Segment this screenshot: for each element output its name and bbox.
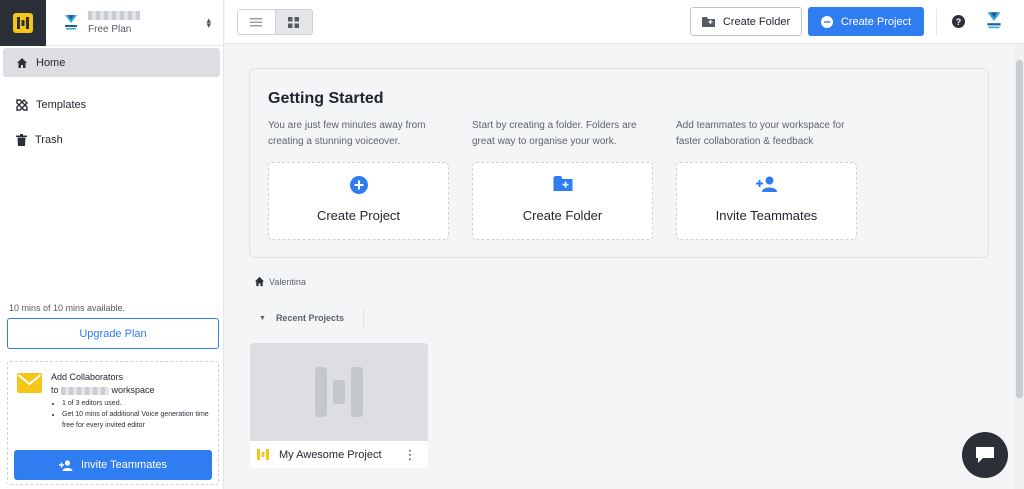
home-icon: [254, 276, 265, 287]
grid-view-icon: [288, 16, 300, 28]
create-folder-card[interactable]: Create Folder: [472, 162, 653, 240]
list-view-icon: [250, 17, 263, 26]
app-logo-icon: [13, 12, 33, 33]
sidebar-item-label: Trash: [35, 133, 63, 146]
plus-circle-icon: [349, 176, 368, 194]
sidebar-item-home[interactable]: Home: [3, 48, 220, 77]
getting-started-desc: You are just few minutes away from creat…: [268, 120, 426, 147]
workspace-switcher[interactable]: Free Plan ▴ ▾: [46, 10, 223, 35]
workspace-avatar-icon[interactable]: [985, 10, 1003, 32]
project-card[interactable]: My Awesome Project ⋮: [250, 343, 428, 468]
chat-button[interactable]: [962, 432, 1008, 478]
create-project-button[interactable]: Create Project: [808, 7, 924, 36]
invite-teammates-card[interactable]: Invite Teammates: [676, 162, 857, 240]
templates-icon: [16, 98, 28, 111]
sidebar: Free Plan ▴ ▾ Home Templates Trash 10 min…: [0, 0, 224, 489]
workspace-logo-icon: [62, 12, 80, 34]
getting-started-title: Getting Started: [268, 90, 384, 107]
folder-add-icon: [553, 176, 572, 191]
plus-circle-icon: [820, 15, 833, 28]
create-project-card[interactable]: Create Project: [268, 162, 449, 240]
home-icon: [17, 57, 27, 68]
list-view-button[interactable]: [238, 10, 275, 34]
top-bar: Create Folder Create Project ?: [225, 0, 1024, 44]
recent-projects-toggle[interactable]: ▼ Recent Projects: [259, 313, 344, 323]
list-item: 1 of 3 editors used.: [62, 398, 214, 409]
getting-started-desc: Start by creating a folder. Folders are …: [472, 120, 637, 147]
sidebar-item-label: Templates: [36, 98, 87, 111]
brand-header: Free Plan ▴ ▾: [0, 0, 223, 46]
add-person-icon: [755, 176, 777, 192]
project-name[interactable]: My Awesome Project: [279, 449, 402, 461]
create-folder-button[interactable]: Create Folder: [690, 7, 802, 36]
collab-title: Add Collaborators to workspace: [51, 372, 155, 395]
getting-started-desc: Add teammates to your workspace for fast…: [676, 120, 845, 147]
collab-bullets: 1 of 3 editors used. Get 10 mins of addi…: [62, 398, 214, 431]
workspace-plan: Free Plan: [88, 23, 132, 35]
scrollbar[interactable]: [1014, 44, 1024, 489]
list-item: Get 10 mins of additional Voice generati…: [62, 409, 214, 431]
trash-icon: [16, 133, 27, 146]
chat-icon: [976, 447, 994, 463]
upgrade-plan-button[interactable]: Upgrade Plan: [7, 318, 219, 349]
grid-view-button[interactable]: [274, 10, 312, 34]
help-icon[interactable]: ?: [952, 15, 965, 28]
workspace-name-redacted: [61, 386, 110, 395]
envelope-icon: [17, 373, 42, 393]
view-toggle: [237, 9, 313, 35]
scrollbar-thumb[interactable]: [1016, 60, 1023, 398]
invite-teammates-button[interactable]: Invite Teammates: [14, 450, 212, 480]
getting-started-panel: Getting Started You are just few minutes…: [249, 68, 989, 258]
more-options-icon[interactable]: ⋮: [402, 447, 418, 463]
breadcrumb[interactable]: Valentina: [254, 276, 306, 287]
workspace-name-redacted: [88, 10, 140, 20]
divider: [363, 308, 364, 330]
sidebar-item-label: Home: [36, 56, 66, 69]
chevron-updown-icon[interactable]: ▴ ▾: [206, 15, 211, 29]
add-person-icon: [58, 459, 73, 471]
sidebar-item-trash[interactable]: Trash: [3, 125, 220, 154]
app-logo[interactable]: [0, 0, 46, 46]
divider: [936, 9, 937, 35]
project-placeholder-icon: [315, 367, 363, 417]
sidebar-item-templates[interactable]: Templates: [3, 90, 220, 119]
project-logo-icon: [257, 449, 269, 460]
add-collaborators-card: Add Collaborators to workspace 1 of 3 ed…: [7, 361, 219, 485]
caret-down-icon: ▼: [259, 314, 266, 322]
project-thumbnail[interactable]: [250, 343, 428, 441]
folder-add-icon: [701, 16, 715, 27]
minutes-available: 10 mins of 10 mins available.: [9, 303, 126, 313]
svg-text:?: ?: [956, 17, 962, 27]
project-footer: My Awesome Project ⋮: [250, 441, 428, 468]
